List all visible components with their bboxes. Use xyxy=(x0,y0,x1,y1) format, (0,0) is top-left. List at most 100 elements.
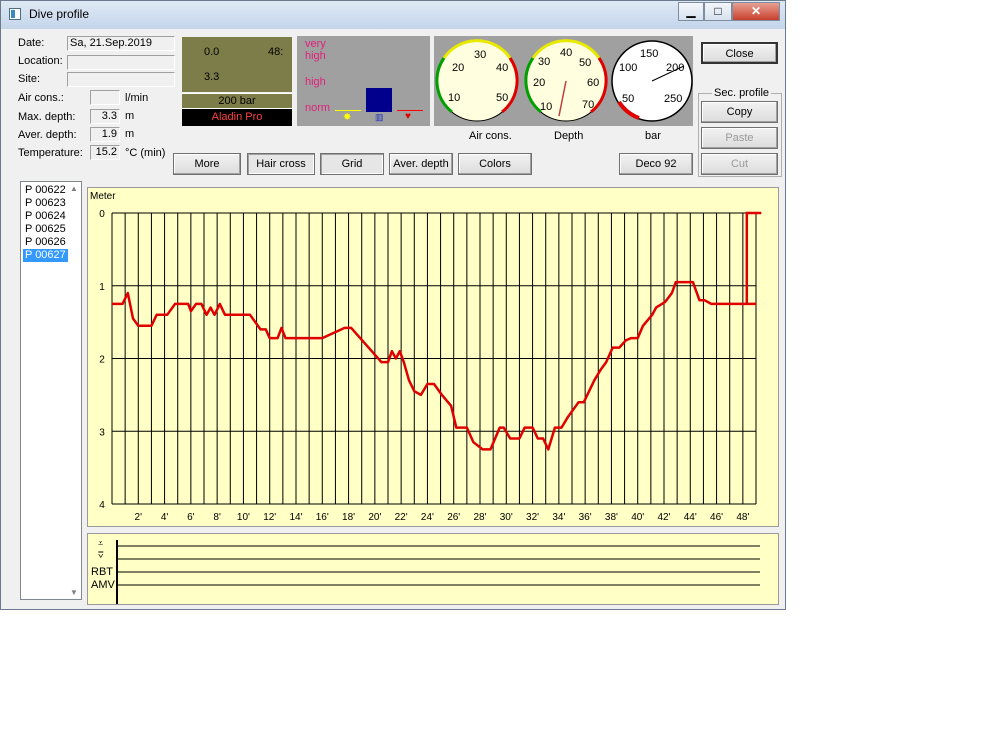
ascent-arrow-icon: ⩢ xyxy=(98,550,104,560)
air-tick-20: 20 xyxy=(452,62,464,74)
colors-button[interactable]: Colors xyxy=(458,153,532,175)
amv-label: AMV xyxy=(91,579,115,591)
bar-tick-50: 50 xyxy=(622,93,634,105)
level-very-high-label: high xyxy=(305,50,326,62)
scroll-down-icon[interactable]: ▼ xyxy=(70,588,78,597)
scroll-up-icon[interactable]: ▲ xyxy=(70,184,78,193)
warning-levels-panel: very high high norm ✸ ▥ ♥ xyxy=(297,36,430,126)
x-tick-label: 36' xyxy=(579,512,592,523)
bottom-strip: ⩡ ⩢ RBT AMV xyxy=(87,533,779,605)
location-label: Location: xyxy=(18,55,63,67)
title-bar[interactable]: Dive profile ▁ □ ✕ xyxy=(1,1,785,29)
temperature-unit: °C (min) xyxy=(125,147,166,159)
date-value: Sa, 21.Sep.2019 xyxy=(67,36,175,51)
x-tick-label: 14' xyxy=(289,512,302,523)
air-cons-value xyxy=(90,90,120,105)
list-item[interactable]: P 00622 xyxy=(23,184,68,197)
x-tick-label: 2' xyxy=(135,512,143,523)
x-tick-label: 4' xyxy=(161,512,169,523)
depth-tick-50: 50 xyxy=(579,57,591,69)
temperature-value: 15.2 xyxy=(90,145,120,160)
dive-profile-window: Dive profile ▁ □ ✕ Date: Sa, 21.Sep.2019… xyxy=(0,0,786,610)
x-tick-label: 40' xyxy=(631,512,644,523)
depth-tick-30: 30 xyxy=(538,56,550,68)
minimize-icon: ▁ xyxy=(686,4,696,18)
bar-tick-100: 100 xyxy=(619,62,637,74)
bar-tick-250: 250 xyxy=(664,93,682,105)
window-title: Dive profile xyxy=(29,7,90,21)
minimize-button[interactable]: ▁ xyxy=(678,2,704,21)
aver-depth-button[interactable]: Aver. depth xyxy=(389,153,453,175)
aver-depth-value: 1.9 xyxy=(90,127,120,142)
depth-tick-60: 60 xyxy=(587,77,599,89)
maximize-icon: □ xyxy=(714,4,722,18)
aver-depth-unit: m xyxy=(125,128,135,140)
air-tick-40: 40 xyxy=(496,62,508,74)
close-button[interactable]: Close xyxy=(701,42,778,64)
bar-tick-150: 150 xyxy=(640,48,658,60)
sun-icon: ✸ xyxy=(343,112,352,123)
bar-gauge: 150 100 200 50 250 xyxy=(611,40,693,122)
norm-level-line xyxy=(335,110,361,111)
y-tick-label: 0 xyxy=(99,209,105,220)
maximize-button[interactable]: □ xyxy=(704,2,732,21)
x-tick-label: 30' xyxy=(500,512,513,523)
site-field[interactable] xyxy=(67,72,175,87)
site-label: Site: xyxy=(18,73,41,85)
air-tick-10: 10 xyxy=(448,92,460,104)
profile-list[interactable]: P 00622 P 00623 P 00624 P 00625 P 00626 … xyxy=(20,181,82,600)
list-item-selected[interactable]: P 00627 xyxy=(23,249,68,262)
hair-cross-button[interactable]: Hair cross xyxy=(247,153,315,175)
tank-pressure: 200 bar xyxy=(182,93,292,109)
depth-graph[interactable]: Meter 0 1 2 3 4 2' 4' 6' 8' 10' 12' 14' 16' 18' 20' 22' 2… xyxy=(87,187,779,527)
list-item[interactable]: P 00623 xyxy=(23,197,68,210)
bar-tick-200: 200 xyxy=(666,62,684,74)
depth-tick-70: 70 xyxy=(582,99,594,111)
gauge-label-depth: Depth xyxy=(554,130,584,142)
air-cons-gauge: 20 30 40 10 50 xyxy=(435,39,519,122)
depth-gauge: 30 40 50 20 60 10 70 xyxy=(524,39,608,122)
tank-icon: ▥ xyxy=(375,112,384,122)
x-tick-label: 20' xyxy=(368,512,381,523)
location-field[interactable] xyxy=(67,55,175,70)
air-cons-unit: l/min xyxy=(125,92,149,104)
aver-depth-label: Aver. depth: xyxy=(18,129,77,141)
air-tick-50: 50 xyxy=(496,92,508,104)
depth-profile-line xyxy=(112,280,756,451)
list-item[interactable]: P 00624 xyxy=(23,210,68,223)
cut-button[interactable]: Cut xyxy=(701,153,778,175)
grid-button[interactable]: Grid xyxy=(320,153,384,175)
x-tick-label: 10' xyxy=(237,512,250,523)
y-axis-label: Meter xyxy=(90,191,116,202)
list-item[interactable]: P 00625 xyxy=(23,223,68,236)
list-item[interactable]: P 00626 xyxy=(23,236,68,249)
x-tick-label: 28' xyxy=(473,512,486,523)
x-tick-label: 44' xyxy=(684,512,697,523)
descent-arrow-icon: ⩡ xyxy=(98,538,104,548)
max-depth-value: 3.3 xyxy=(90,109,120,124)
display-time-start: 0.0 xyxy=(204,46,220,58)
copy-button[interactable]: Copy xyxy=(701,101,778,123)
max-depth-unit: m xyxy=(125,110,135,122)
gauge-label-bar: bar xyxy=(645,130,661,142)
x-tick-label: 12' xyxy=(263,512,276,523)
x-tick-label: 38' xyxy=(605,512,618,523)
x-tick-label: 24' xyxy=(421,512,434,523)
x-tick-label: 22' xyxy=(395,512,408,523)
paste-button[interactable]: Paste xyxy=(701,127,778,149)
more-button[interactable]: More xyxy=(173,153,241,175)
list-scrollbar[interactable]: ▲ ▼ xyxy=(67,182,81,599)
computer-model: Aladin Pro xyxy=(182,109,292,126)
strip-svg xyxy=(116,540,760,604)
x-tick-label: 26' xyxy=(447,512,460,523)
heart-icon: ♥ xyxy=(405,111,411,122)
depth-chart-svg: Meter012342' 4' 6' 8' 10' 12' 14' 16' 18' 20' 22' 2… xyxy=(90,191,762,523)
close-window-button[interactable]: ✕ xyxy=(732,2,780,21)
deco-92-button[interactable]: Deco 92 xyxy=(619,153,693,175)
x-tick-label: 46' xyxy=(710,512,723,523)
x-tick-label: 42' xyxy=(657,512,670,523)
y-tick-label: 1 xyxy=(99,282,105,293)
x-tick-label: 48' xyxy=(736,512,749,523)
sec-profile-title: Sec. profile xyxy=(712,87,772,99)
date-label: Date: xyxy=(18,37,45,49)
